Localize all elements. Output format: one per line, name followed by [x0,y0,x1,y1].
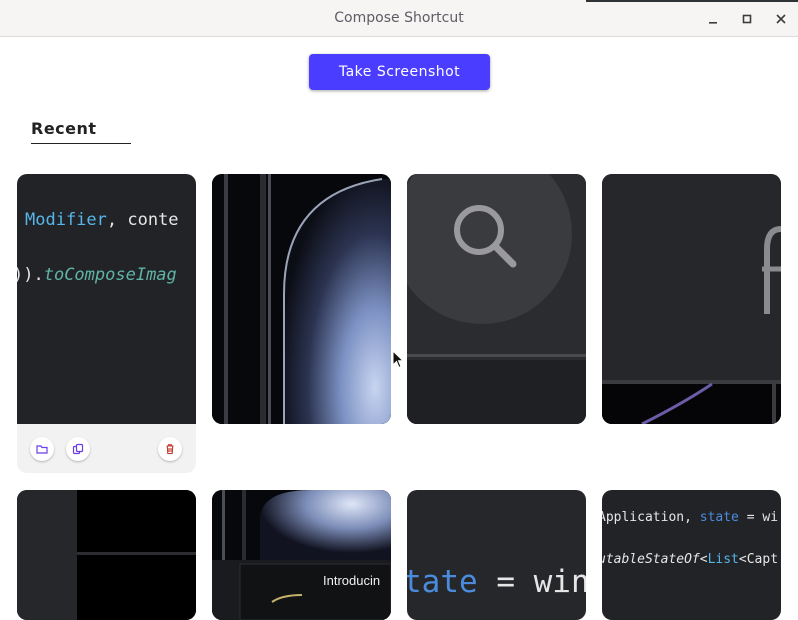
thumbnail-image[interactable]: tate = win [407,490,586,620]
thumbnail-image[interactable]: Introducin [212,490,391,620]
thumbnail-image[interactable]: Modifier, conte )).toComposeImag [17,174,196,424]
code-line: Modifier, conte [25,210,179,230]
promo-text: Introducin [323,573,381,588]
window-title: Compose Shortcut [334,10,464,26]
copy-button[interactable] [66,437,90,461]
close-icon[interactable] [771,9,791,29]
dark-panel-image [17,490,196,620]
titlebar-accent [586,0,798,2]
search-ui-image [407,174,586,424]
take-screenshot-button[interactable]: Take Screenshot [309,54,490,90]
thumbnail-image[interactable] [212,174,391,424]
copy-icon [72,443,84,455]
open-folder-button[interactable] [30,437,54,461]
title-bar: Compose Shortcut [0,0,798,37]
thumbnail-image[interactable] [17,490,196,620]
phone-edge-image [212,174,391,424]
tab-recent[interactable]: Recent [31,119,131,144]
phone-promo-image [212,490,391,620]
minimize-icon[interactable] [703,9,723,29]
thumbnail-image[interactable] [602,174,781,424]
code-line: tate = win [407,564,586,600]
code-line: utableStateOf<List<Capt [602,552,779,567]
maximize-icon[interactable] [737,9,757,29]
code-line: Application, state = wi [602,510,779,525]
tab-recent-label: Recent [31,119,97,138]
thumbnail-image[interactable] [407,174,586,424]
thumbnail-card-hovered[interactable]: Modifier, conte )).toComposeImag [17,174,196,473]
folder-icon [36,445,48,454]
delete-button[interactable] [158,437,182,461]
mouse-cursor-icon [392,350,405,369]
thumbnail-image[interactable]: Application, state = wi utableStateOf<Li… [602,490,781,620]
phone-partial-image [602,174,781,424]
trash-icon [166,444,174,455]
code-line: )).toComposeImag [17,265,177,285]
